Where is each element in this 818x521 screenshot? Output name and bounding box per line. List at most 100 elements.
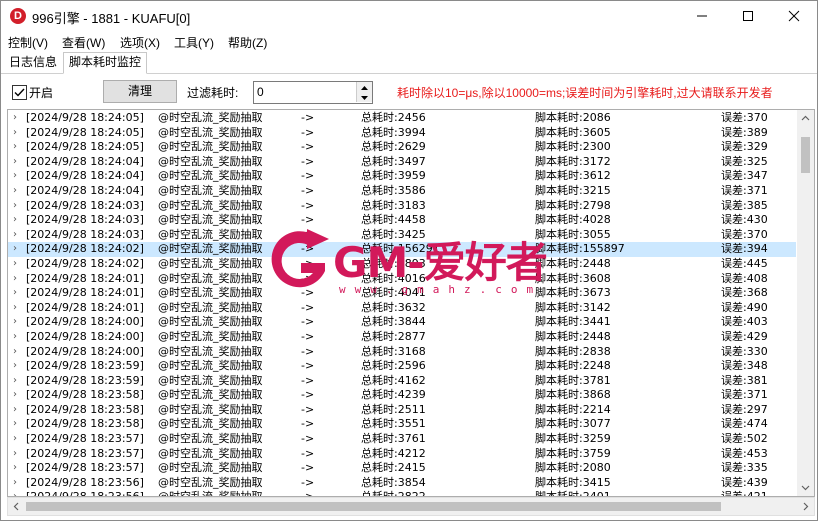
table-row[interactable]: › [2024/9/28 18:23:57] @时空乱流_奖励抽取 -> 总耗时:241… bbox=[8, 461, 796, 476]
table-row[interactable]: › [2024/9/28 18:23:58] @时空乱流_奖励抽取 -> 总耗时:355… bbox=[8, 417, 796, 432]
menu-help[interactable]: 帮助(Z) bbox=[228, 34, 267, 51]
table-row[interactable]: › [2024/9/28 18:24:01] @时空乱流_奖励抽取 -> 总耗时:401… bbox=[8, 272, 796, 287]
row-timestamp: [2024/9/28 18:23:58] bbox=[26, 402, 144, 416]
row-error-time: 误差:403 bbox=[721, 315, 768, 329]
row-script-time: 脚本耗时:155897 bbox=[535, 242, 625, 256]
row-arrow: -> bbox=[301, 359, 315, 373]
table-row[interactable]: › [2024/9/28 18:24:00] @时空乱流_奖励抽取 -> 总耗时:316… bbox=[8, 345, 796, 360]
menu-options[interactable]: 选项(X) bbox=[120, 34, 160, 51]
row-error-time: 误差:329 bbox=[721, 140, 768, 154]
row-script-time: 脚本耗时:3142 bbox=[535, 300, 611, 314]
row-marker-icon: › bbox=[13, 199, 17, 211]
row-total-time: 总耗时:2877 bbox=[361, 329, 426, 343]
row-script-time: 脚本耗时:2798 bbox=[535, 198, 611, 212]
row-timestamp: [2024/9/28 18:24:00] bbox=[26, 315, 144, 329]
enable-checkbox[interactable] bbox=[12, 85, 27, 100]
horizontal-scrollbar[interactable] bbox=[7, 497, 815, 516]
row-total-time: 总耗时:3632 bbox=[361, 300, 426, 314]
table-row[interactable]: › [2024/9/28 18:24:03] @时空乱流_奖励抽取 -> 总耗时:342… bbox=[8, 228, 796, 243]
row-script-name: @时空乱流_奖励抽取 bbox=[158, 169, 263, 183]
row-arrow: -> bbox=[301, 111, 315, 124]
scroll-left-button[interactable] bbox=[8, 498, 25, 515]
title-bar[interactable]: D 996引擎 - 1881 - KUAFU[0] bbox=[1, 1, 817, 31]
row-timestamp: [2024/9/28 18:24:03] bbox=[26, 198, 144, 212]
table-row[interactable]: › [2024/9/28 18:24:04] @时空乱流_奖励抽取 -> 总耗时:349… bbox=[8, 155, 796, 170]
table-row[interactable]: › [2024/9/28 18:24:05] @时空乱流_奖励抽取 -> 总耗时:262… bbox=[8, 140, 796, 155]
menu-control[interactable]: 控制(V) bbox=[8, 34, 48, 51]
row-marker-icon: › bbox=[13, 228, 17, 240]
row-total-time: 总耗时:3425 bbox=[361, 227, 426, 241]
table-row[interactable]: › [2024/9/28 18:24:01] @时空乱流_奖励抽取 -> 总耗时:404… bbox=[8, 286, 796, 301]
row-script-time: 脚本耗时:2448 bbox=[535, 329, 611, 343]
row-arrow: -> bbox=[301, 227, 315, 241]
monitor-toolbar: 开启 清理 过滤耗时: 耗时除以10=μs,除以10000=ms;误差时间为引擎… bbox=[1, 74, 817, 108]
close-button[interactable] bbox=[771, 1, 817, 31]
filter-time-input[interactable] bbox=[257, 84, 352, 100]
table-row[interactable]: › [2024/9/28 18:23:58] @时空乱流_奖励抽取 -> 总耗时:251… bbox=[8, 403, 796, 418]
clear-button[interactable]: 清理 bbox=[103, 80, 177, 103]
row-total-time: 总耗时:3586 bbox=[361, 183, 426, 197]
spin-down-button[interactable] bbox=[356, 92, 372, 102]
row-error-time: 误差:474 bbox=[721, 417, 768, 431]
row-marker-icon: › bbox=[13, 126, 17, 138]
row-marker-icon: › bbox=[13, 433, 17, 445]
table-row[interactable]: › [2024/9/28 18:24:02] @时空乱流_奖励抽取 -> 总耗时:156… bbox=[8, 242, 796, 257]
minimize-icon bbox=[697, 15, 707, 17]
row-script-name: @时空乱流_奖励抽取 bbox=[158, 140, 263, 154]
table-row[interactable]: › [2024/9/28 18:24:04] @时空乱流_奖励抽取 -> 总耗时:358… bbox=[8, 184, 796, 199]
horizontal-scroll-thumb[interactable] bbox=[26, 502, 721, 511]
table-row[interactable]: › [2024/9/28 18:24:02] @时空乱流_奖励抽取 -> 总耗时:289… bbox=[8, 257, 796, 272]
script-time-list[interactable]: › [2024/9/28 18:24:05] @时空乱流_奖励抽取 -> 总耗时:245… bbox=[7, 109, 815, 497]
menu-tools[interactable]: 工具(Y) bbox=[174, 34, 214, 51]
row-timestamp: [2024/9/28 18:24:00] bbox=[26, 329, 144, 343]
row-marker-icon: › bbox=[13, 112, 17, 123]
row-timestamp: [2024/9/28 18:24:05] bbox=[26, 111, 144, 124]
window-title: 996引擎 - 1881 - KUAFU[0] bbox=[32, 11, 191, 26]
table-row[interactable]: › [2024/9/28 18:24:03] @时空乱流_奖励抽取 -> 总耗时:445… bbox=[8, 213, 796, 228]
row-marker-icon: › bbox=[13, 389, 17, 401]
table-row[interactable]: › [2024/9/28 18:24:00] @时空乱流_奖励抽取 -> 总耗时:287… bbox=[8, 330, 796, 345]
table-row[interactable]: › [2024/9/28 18:24:05] @时空乱流_奖励抽取 -> 总耗时:399… bbox=[8, 126, 796, 141]
row-marker-icon: › bbox=[13, 447, 17, 459]
row-marker-icon: › bbox=[13, 272, 17, 284]
row-total-time: 总耗时:4162 bbox=[361, 373, 426, 387]
scroll-down-button[interactable] bbox=[797, 479, 814, 496]
enable-label[interactable]: 开启 bbox=[29, 84, 53, 101]
row-arrow: -> bbox=[301, 315, 315, 329]
row-marker-icon: › bbox=[13, 170, 17, 182]
row-script-time: 脚本耗时:3781 bbox=[535, 373, 611, 387]
row-marker-icon: › bbox=[13, 257, 17, 269]
tab-log-info[interactable]: 日志信息 bbox=[4, 53, 62, 72]
table-row[interactable]: › [2024/9/28 18:23:56] @时空乱流_奖励抽取 -> 总耗时:385… bbox=[8, 476, 796, 491]
menu-bar: 控制(V) 查看(W) 选项(X) 工具(Y) 帮助(Z) bbox=[1, 32, 817, 52]
row-script-name: @时空乱流_奖励抽取 bbox=[158, 242, 263, 256]
scroll-right-button[interactable] bbox=[797, 498, 814, 515]
table-row[interactable]: › [2024/9/28 18:24:03] @时空乱流_奖励抽取 -> 总耗时:318… bbox=[8, 199, 796, 214]
table-row[interactable]: › [2024/9/28 18:23:57] @时空乱流_奖励抽取 -> 总耗时:376… bbox=[8, 432, 796, 447]
table-row[interactable]: › [2024/9/28 18:24:05] @时空乱流_奖励抽取 -> 总耗时:245… bbox=[8, 111, 796, 126]
table-row[interactable]: › [2024/9/28 18:24:04] @时空乱流_奖励抽取 -> 总耗时:395… bbox=[8, 169, 796, 184]
table-row[interactable]: › [2024/9/28 18:23:59] @时空乱流_奖励抽取 -> 总耗时:416… bbox=[8, 374, 796, 389]
row-arrow: -> bbox=[301, 300, 315, 314]
row-error-time: 误差:445 bbox=[721, 256, 768, 270]
row-total-time: 总耗时:3761 bbox=[361, 432, 426, 446]
table-row[interactable]: › [2024/9/28 18:23:59] @时空乱流_奖励抽取 -> 总耗时:259… bbox=[8, 359, 796, 374]
minimize-button[interactable] bbox=[679, 1, 725, 31]
row-arrow: -> bbox=[301, 125, 315, 139]
vertical-scroll-thumb[interactable] bbox=[801, 137, 810, 173]
tab-script-time-monitor[interactable]: 脚本耗时监控 bbox=[63, 52, 148, 74]
row-timestamp: [2024/9/28 18:24:03] bbox=[26, 213, 144, 227]
table-row[interactable]: › [2024/9/28 18:23:58] @时空乱流_奖励抽取 -> 总耗时:423… bbox=[8, 388, 796, 403]
table-row[interactable]: › [2024/9/28 18:24:00] @时空乱流_奖励抽取 -> 总耗时:384… bbox=[8, 315, 796, 330]
row-marker-icon: › bbox=[13, 316, 17, 328]
row-arrow: -> bbox=[301, 402, 315, 416]
table-row[interactable]: › [2024/9/28 18:23:57] @时空乱流_奖励抽取 -> 总耗时:421… bbox=[8, 447, 796, 462]
menu-view[interactable]: 查看(W) bbox=[62, 34, 105, 51]
scroll-up-button[interactable] bbox=[797, 110, 814, 127]
vertical-scrollbar[interactable] bbox=[797, 110, 814, 496]
maximize-button[interactable] bbox=[725, 1, 771, 31]
row-arrow: -> bbox=[301, 475, 315, 489]
row-error-time: 误差:381 bbox=[721, 373, 768, 387]
table-row[interactable]: › [2024/9/28 18:24:01] @时空乱流_奖励抽取 -> 总耗时:363… bbox=[8, 301, 796, 316]
row-timestamp: [2024/9/28 18:23:57] bbox=[26, 432, 144, 446]
